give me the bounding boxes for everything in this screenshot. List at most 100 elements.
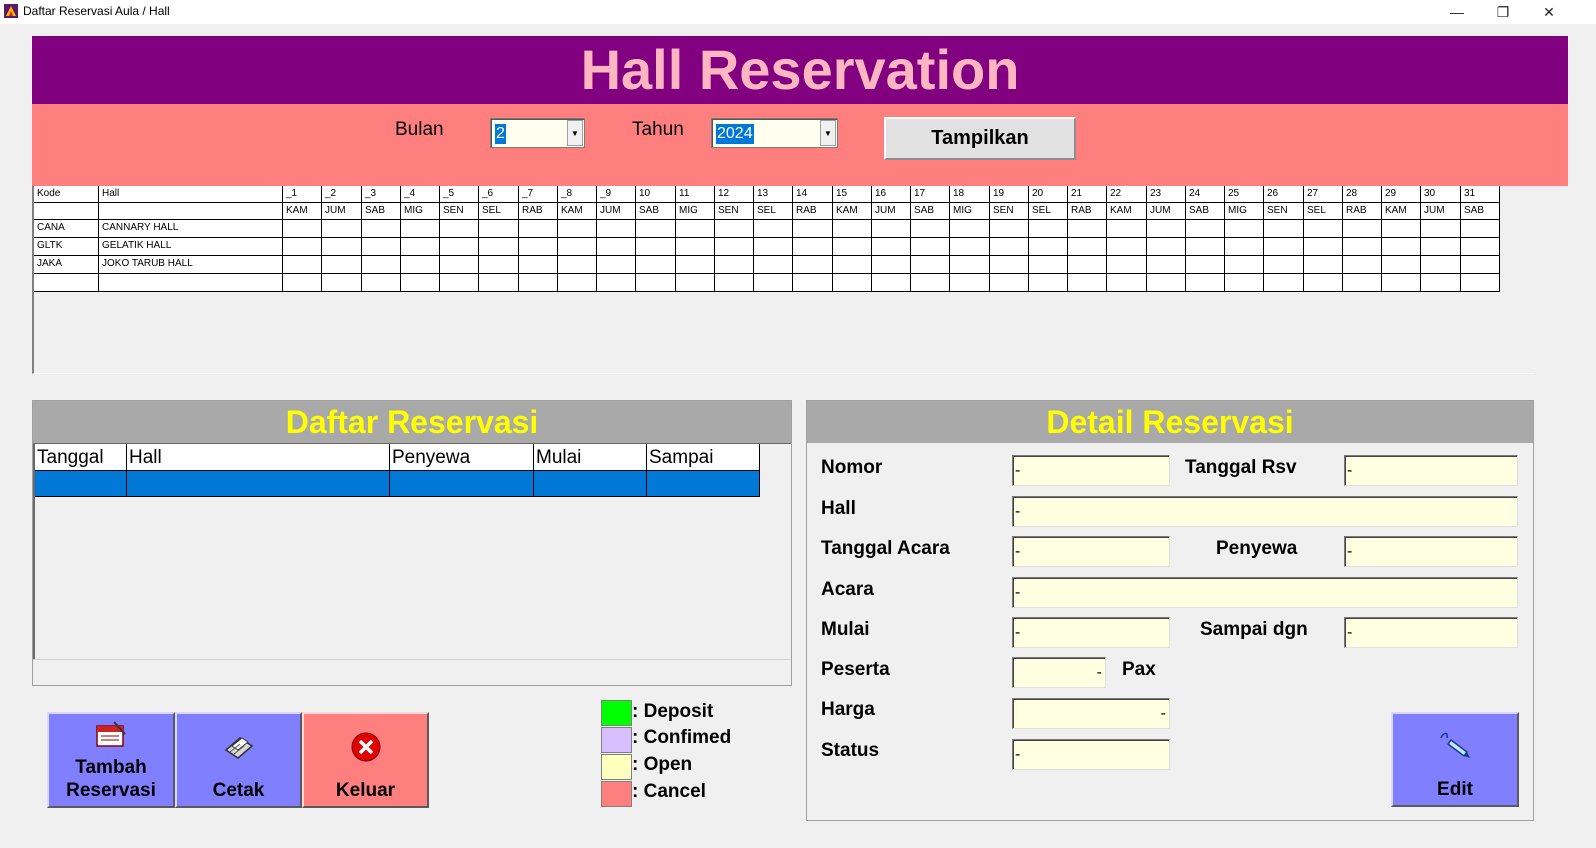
grid-day-cell[interactable]: [872, 274, 911, 292]
bulan-select[interactable]: 2 ▼: [490, 118, 585, 148]
grid-day-cell[interactable]: [401, 238, 440, 256]
grid-day-cell[interactable]: [1186, 274, 1225, 292]
grid-day-cell[interactable]: [950, 274, 990, 292]
selected-row-cell[interactable]: [647, 471, 760, 497]
grid-day-cell[interactable]: [322, 220, 362, 238]
grid-row-hall[interactable]: GELATIK HALL: [99, 238, 283, 256]
grid-day-cell[interactable]: [911, 220, 950, 238]
grid-day-cell[interactable]: [1029, 220, 1068, 238]
peserta-field[interactable]: -: [1012, 657, 1106, 688]
grid-day-cell[interactable]: [479, 256, 519, 274]
grid-day-cell[interactable]: [1461, 220, 1500, 238]
grid-day-cell[interactable]: [322, 238, 362, 256]
chevron-down-icon[interactable]: ▼: [567, 120, 583, 146]
grid-day-cell[interactable]: [1068, 220, 1107, 238]
grid-day-cell[interactable]: [1147, 274, 1186, 292]
grid-day-cell[interactable]: [1029, 274, 1068, 292]
grid-day-cell[interactable]: [1225, 274, 1264, 292]
grid-day-cell[interactable]: [283, 220, 322, 238]
grid-day-cell[interactable]: [362, 256, 401, 274]
grid-day-cell[interactable]: [636, 238, 676, 256]
grid-day-cell[interactable]: [911, 238, 950, 256]
grid-day-cell[interactable]: [950, 238, 990, 256]
grid-day-cell[interactable]: [754, 238, 793, 256]
grid-day-cell[interactable]: [872, 220, 911, 238]
grid-day-cell[interactable]: [990, 238, 1029, 256]
selected-row-cell[interactable]: [127, 471, 390, 497]
grid-day-cell[interactable]: [558, 256, 597, 274]
tampilkan-button[interactable]: Tampilkan: [884, 117, 1076, 160]
cetak-button[interactable]: Cetak: [175, 712, 302, 808]
nomor-field[interactable]: -: [1012, 455, 1170, 486]
grid-day-cell[interactable]: [1382, 274, 1421, 292]
grid-day-cell[interactable]: [1461, 256, 1500, 274]
grid-day-cell[interactable]: [1421, 238, 1461, 256]
grid-day-cell[interactable]: [597, 220, 636, 238]
grid-row-kode[interactable]: JAKA: [34, 256, 99, 274]
grid-day-cell[interactable]: [558, 238, 597, 256]
tambah-reservasi-button[interactable]: Tambah Reservasi: [47, 712, 175, 808]
grid-day-cell[interactable]: [754, 274, 793, 292]
column-header-sampai[interactable]: Sampai: [647, 444, 760, 471]
grid-day-cell[interactable]: [558, 274, 597, 292]
grid-day-cell[interactable]: [597, 238, 636, 256]
grid-day-cell[interactable]: [597, 274, 636, 292]
grid-day-cell[interactable]: [793, 220, 833, 238]
grid-day-cell[interactable]: [754, 256, 793, 274]
grid-day-cell[interactable]: [715, 256, 754, 274]
grid-day-cell[interactable]: [833, 274, 872, 292]
grid-day-cell[interactable]: [1421, 256, 1461, 274]
grid-day-cell[interactable]: [676, 256, 715, 274]
grid-day-cell[interactable]: [1264, 274, 1304, 292]
grid-day-cell[interactable]: [872, 238, 911, 256]
grid-row-hall[interactable]: CANNARY HALL: [99, 220, 283, 238]
acara-field[interactable]: -: [1012, 577, 1518, 608]
grid-day-cell[interactable]: [990, 256, 1029, 274]
grid-day-cell[interactable]: [1264, 238, 1304, 256]
hall-field[interactable]: -: [1012, 496, 1518, 527]
grid-day-cell[interactable]: [1147, 220, 1186, 238]
selected-row-cell[interactable]: [390, 471, 534, 497]
grid-day-cell[interactable]: [833, 220, 872, 238]
mulai-field[interactable]: -: [1012, 617, 1170, 648]
grid-day-cell[interactable]: [872, 256, 911, 274]
grid-day-cell[interactable]: [1343, 274, 1382, 292]
minimize-button[interactable]: —: [1434, 0, 1480, 24]
close-window-button[interactable]: ✕: [1526, 0, 1572, 24]
grid-day-cell[interactable]: [362, 238, 401, 256]
grid-row-hall[interactable]: [99, 274, 283, 292]
grid-day-cell[interactable]: [1382, 238, 1421, 256]
grid-day-cell[interactable]: [1225, 220, 1264, 238]
grid-day-cell[interactable]: [440, 256, 479, 274]
grid-row-kode[interactable]: CANA: [34, 220, 99, 238]
grid-day-cell[interactable]: [519, 274, 558, 292]
grid-day-cell[interactable]: [1107, 220, 1147, 238]
grid-day-cell[interactable]: [519, 220, 558, 238]
grid-day-cell[interactable]: [1264, 220, 1304, 238]
grid-day-cell[interactable]: [1147, 238, 1186, 256]
grid-day-cell[interactable]: [362, 220, 401, 238]
grid-day-cell[interactable]: [401, 256, 440, 274]
grid-day-cell[interactable]: [715, 220, 754, 238]
grid-day-cell[interactable]: [440, 274, 479, 292]
grid-day-cell[interactable]: [1461, 238, 1500, 256]
grid-day-cell[interactable]: [990, 220, 1029, 238]
grid-day-cell[interactable]: [1343, 238, 1382, 256]
column-header-hall[interactable]: Hall: [127, 444, 390, 471]
grid-day-cell[interactable]: [754, 220, 793, 238]
grid-day-cell[interactable]: [1382, 220, 1421, 238]
grid-day-cell[interactable]: [833, 238, 872, 256]
grid-day-cell[interactable]: [283, 256, 322, 274]
grid-day-cell[interactable]: [715, 238, 754, 256]
grid-day-cell[interactable]: [401, 220, 440, 238]
column-header-mulai[interactable]: Mulai: [534, 444, 647, 471]
grid-day-cell[interactable]: [558, 220, 597, 238]
grid-row-kode[interactable]: [34, 274, 99, 292]
grid-day-cell[interactable]: [833, 256, 872, 274]
chevron-down-icon[interactable]: ▼: [820, 120, 836, 146]
reservation-list[interactable]: Tanggal Hall Penyewa Mulai Sampai: [33, 443, 791, 659]
grid-day-cell[interactable]: [1107, 256, 1147, 274]
grid-day-cell[interactable]: [479, 220, 519, 238]
grid-day-cell[interactable]: [1304, 256, 1343, 274]
grid-day-cell[interactable]: [636, 256, 676, 274]
